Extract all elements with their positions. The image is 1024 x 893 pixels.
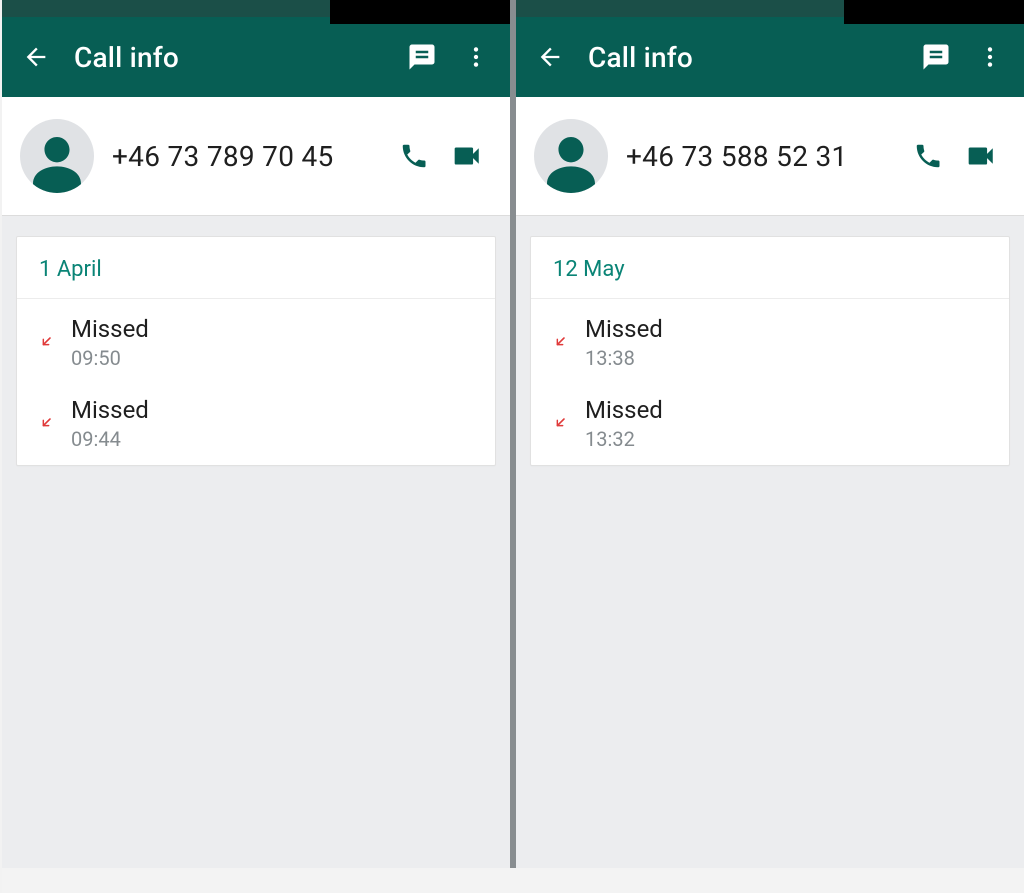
call-status: Missed — [585, 396, 989, 425]
contact-phone: +46 73 588 52 31 — [626, 139, 896, 174]
calls-card: 1 April Missed 09:50 Missed — [16, 236, 496, 466]
avatar[interactable] — [20, 119, 94, 193]
contact-phone: +46 73 789 70 45 — [112, 139, 382, 174]
call-entry[interactable]: Missed 13:38 — [531, 299, 1009, 384]
call-status: Missed — [71, 396, 475, 425]
toolbar-title: Call info — [74, 41, 398, 74]
side-by-side-container: Call info +46 73 789 70 45 — [0, 0, 1024, 893]
call-time: 09:44 — [71, 427, 475, 451]
missed-call-in-icon — [549, 412, 571, 434]
date-header: 1 April — [17, 237, 495, 299]
toolbar-title: Call info — [588, 41, 912, 74]
call-entry[interactable]: Missed 09:50 — [17, 299, 495, 384]
arrow-back-icon — [22, 43, 50, 71]
content-area: 12 May Missed 13:38 Missed — [516, 216, 1024, 868]
voice-call-button[interactable] — [388, 130, 440, 182]
more-button[interactable] — [452, 33, 500, 81]
missed-call-in-icon — [549, 331, 571, 353]
missed-call-in-icon — [35, 331, 57, 353]
video-icon — [963, 139, 997, 173]
app-toolbar: Call info — [2, 17, 510, 97]
person-icon — [539, 129, 603, 193]
chat-button[interactable] — [398, 33, 446, 81]
phone-icon — [399, 141, 429, 171]
pane-left: Call info +46 73 789 70 45 — [2, 0, 510, 868]
call-status: Missed — [71, 315, 475, 344]
chat-icon — [407, 42, 437, 72]
pane-right: Call info +46 73 588 52 31 — [516, 0, 1024, 868]
call-entry[interactable]: Missed 09:44 — [17, 384, 495, 465]
call-time: 13:38 — [585, 346, 989, 370]
back-button[interactable] — [530, 37, 570, 77]
call-time: 09:50 — [71, 346, 475, 370]
content-area: 1 April Missed 09:50 Missed — [2, 216, 510, 868]
voice-call-button[interactable] — [902, 130, 954, 182]
status-redaction — [330, 0, 510, 24]
video-call-button[interactable] — [954, 130, 1006, 182]
call-status: Missed — [585, 315, 989, 344]
contact-header: +46 73 588 52 31 — [516, 97, 1024, 216]
arrow-back-icon — [536, 43, 564, 71]
chat-button[interactable] — [912, 33, 960, 81]
missed-call-in-icon — [35, 412, 57, 434]
person-icon — [25, 129, 89, 193]
call-entry[interactable]: Missed 13:32 — [531, 384, 1009, 465]
more-vert-icon — [463, 44, 489, 70]
more-vert-icon — [977, 44, 1003, 70]
phone-icon — [913, 141, 943, 171]
video-call-button[interactable] — [440, 130, 492, 182]
chat-icon — [921, 42, 951, 72]
avatar[interactable] — [534, 119, 608, 193]
more-button[interactable] — [966, 33, 1014, 81]
back-button[interactable] — [16, 37, 56, 77]
app-toolbar: Call info — [516, 17, 1024, 97]
status-redaction — [844, 0, 1024, 24]
date-header: 12 May — [531, 237, 1009, 299]
calls-card: 12 May Missed 13:38 Missed — [530, 236, 1010, 466]
video-icon — [449, 139, 483, 173]
call-time: 13:32 — [585, 427, 989, 451]
contact-header: +46 73 789 70 45 — [2, 97, 510, 216]
